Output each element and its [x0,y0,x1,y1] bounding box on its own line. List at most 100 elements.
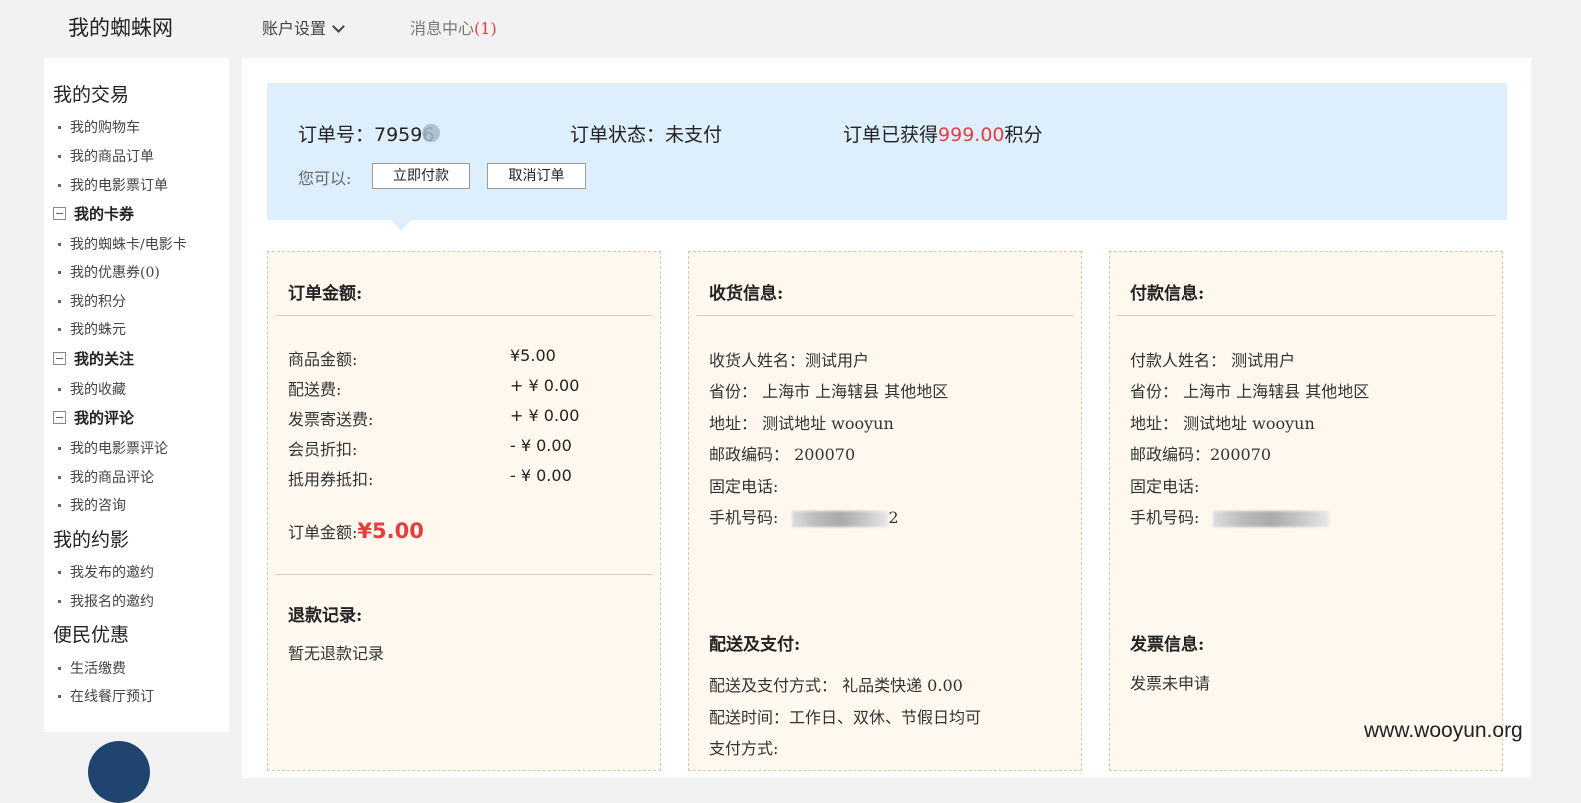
amount-row-label: 配送费: [288,380,342,399]
mobile-label: 手机号码: [1130,508,1200,527]
sidebar-item-goods-reviews[interactable]: 我的商品评论 [58,467,154,487]
actions-label: 您可以: [298,169,352,188]
receiver-mobile: 手机号码: 2 [709,504,899,528]
amount-row-value: - ¥ 0.00 [510,466,572,485]
sidebar-item-label: 我的收藏 [70,382,126,398]
bullet-icon [58,126,61,129]
shipping-title: 收货信息: [709,284,784,304]
sidebar-item-favorites[interactable]: 我的收藏 [58,379,126,399]
points-value: 999.00 [938,124,1005,146]
sidebar-item-spider-card[interactable]: 我的蜘蛛卡/电影卡 [58,234,187,254]
sidebar-item-label: 我发布的邀约 [70,565,154,581]
sidebar-item-label: 我的电影票订单 [70,178,168,194]
sidebar-item-label: 我的积分 [70,294,126,310]
bullet-icon [58,476,61,479]
payer-address: 地址： 测试地址 wooyun [1130,414,1315,433]
message-count-badge: (1) [474,19,497,38]
bullet-icon [58,271,61,274]
amount-row-value: - ¥ 0.00 [510,436,572,455]
sidebar-item-coupons[interactable]: 我的优惠券(0) [58,262,160,282]
payer-postcode: 邮政编码：200070 [1130,445,1272,464]
order-total: 订单金额:¥5.00 [288,519,424,543]
sidebar-item-restaurant[interactable]: 在线餐厅预订 [58,686,154,706]
order-points: 订单已获得999.00积分 [843,120,1043,147]
sidebar-item-label: 我的购物车 [70,120,140,136]
amount-title: 订单金额: [288,284,363,304]
amount-row-label: 发票寄送费: [288,410,374,429]
amount-row-label: 商品金额: [288,350,358,369]
sidebar-item-label: 我报名的邀约 [70,594,154,610]
receiver-address: 地址： 测试地址 wooyun [709,414,894,433]
delivery-time: 配送时间：工作日、双休、节假日均可 [709,708,982,727]
site-title[interactable]: 我的蜘蛛网 [68,12,173,42]
total-label: 订单金额: [288,523,358,542]
order-status: 订单状态：未支付 [570,124,723,146]
sidebar-sub-reviews[interactable]: 我的评论 [53,407,134,428]
sidebar-item-movie-orders[interactable]: 我的电影票订单 [58,175,168,195]
payer-province: 省份： 上海市 上海辖县 其他地区 [1130,382,1370,401]
chevron-down-icon [332,20,345,33]
delivery-title: 配送及支付: [709,635,801,655]
cancel-order-button[interactable]: 取消订单 [487,163,586,189]
sidebar-item-label: 生活缴费 [70,661,126,677]
sidebar-group-yueying: 我的约影 [53,529,130,551]
payment-panel: 付款信息: 付款人姓名： 测试用户 省份： 上海市 上海辖县 其他地区 地址： … [1109,251,1503,771]
sidebar-sub-label: 我的关注 [74,350,135,368]
nav-message-label: 消息中心 [410,19,475,38]
sidebar-item-label: 我的电影票评论 [70,441,168,457]
payer-phone: 固定电话: [1130,477,1200,496]
delivery-method: 配送及支付方式： 礼品类快递 0.00 [709,676,963,695]
sidebar-item-goods-orders[interactable]: 我的商品订单 [58,146,154,166]
collapse-icon [53,352,66,365]
pay-now-button[interactable]: 立即付款 [372,163,470,189]
sidebar-item-points[interactable]: 我的积分 [58,291,126,311]
payer-name: 付款人姓名： 测试用户 [1130,351,1296,370]
sidebar-sub-label: 我的卡券 [74,205,135,223]
sidebar-sub-label: 我的评论 [74,409,135,427]
amount-row-value: + ¥ 0.00 [510,376,580,395]
sidebar-sub-cards[interactable]: 我的卡券 [53,203,134,224]
redaction-mark [422,124,441,142]
sidebar-item-label: 我的咨询 [70,498,126,514]
total-value: ¥5.00 [357,519,424,543]
collapse-icon [53,411,66,424]
nav-message-center[interactable]: 消息中心(1) [410,15,497,39]
refund-text: 暂无退款记录 [288,644,385,663]
sidebar-item-label: 我的商品订单 [70,149,154,165]
order-number-text: 订单号：79596 [298,124,435,146]
sidebar-item-consult[interactable]: 我的咨询 [58,495,126,515]
mobile-tail: 2 [888,508,899,527]
sidebar-group-trade: 我的交易 [53,84,130,106]
receiver-name: 收货人姓名：测试用户 [709,351,870,370]
points-suffix: 积分 [1004,124,1043,146]
receiver-postcode: 邮政编码： 200070 [709,445,856,464]
bullet-icon [58,600,61,603]
bullet-icon [58,695,61,698]
sidebar-item-label: 我的蛛元 [70,322,126,338]
payment-method: 支付方式: [709,739,779,758]
sidebar-item-my-invites[interactable]: 我发布的邀约 [58,562,154,582]
amount-row-label: 抵用券抵扣: [288,470,374,489]
collapse-icon [53,207,66,220]
divider [275,315,653,316]
points-prefix: 订单已获得 [843,124,939,146]
sidebar-item-cart[interactable]: 我的购物车 [58,117,140,137]
shipping-panel: 收货信息: 收货人姓名：测试用户 省份： 上海市 上海辖县 其他地区 地址： 测… [688,251,1082,771]
divider [275,574,653,575]
mobile-label: 手机号码: [709,508,779,527]
payment-title: 付款信息: [1130,284,1205,304]
divider [696,315,1074,316]
bullet-icon [58,447,61,450]
order-number: 订单号：79596 [298,120,441,147]
nav-account-settings[interactable]: 账户设置 [262,15,345,39]
amount-panel: 订单金额: 商品金额: ¥5.00 配送费: + ¥ 0.00 发票寄送费: +… [267,251,661,771]
sidebar-item-label: 在线餐厅预订 [70,689,154,705]
sidebar-item-utilities[interactable]: 生活缴费 [58,658,126,678]
sidebar-item-zhuyuan[interactable]: 我的蛛元 [58,319,126,339]
bullet-icon [58,667,61,670]
sidebar-item-joined-invites[interactable]: 我报名的邀约 [58,591,154,611]
refund-title: 退款记录: [288,606,363,626]
sidebar-sub-follow[interactable]: 我的关注 [53,348,134,369]
sidebar-item-movie-reviews[interactable]: 我的电影票评论 [58,438,168,458]
top-bar: 我的蜘蛛网 账户设置 消息中心(1) [0,0,1581,52]
